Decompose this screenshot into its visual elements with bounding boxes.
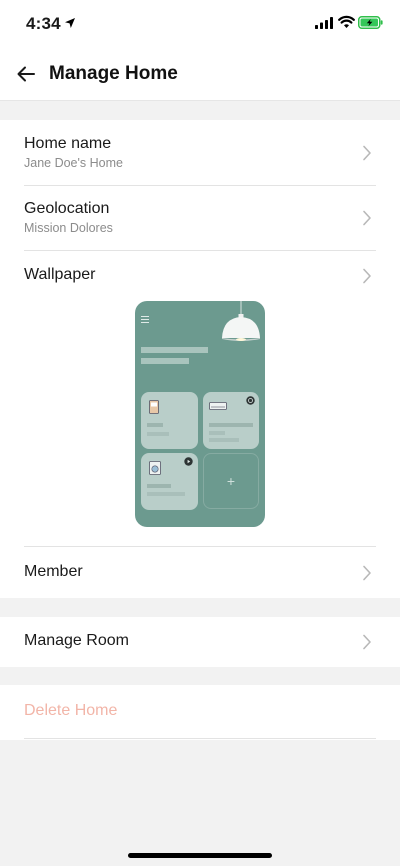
tile-text-placeholder <box>147 432 169 436</box>
status-time: 4:34 <box>26 14 61 33</box>
delete-section: Delete Home <box>0 685 400 740</box>
wallpaper-row[interactable]: Wallpaper <box>0 251 400 295</box>
home-indicator <box>128 853 272 858</box>
battery-charging-icon <box>358 16 383 29</box>
chevron-right-icon <box>363 268 371 284</box>
tile-text-placeholder <box>147 423 163 427</box>
tile-text-placeholder <box>209 438 239 442</box>
manage-room-label: Manage Room <box>24 632 129 649</box>
manage-room-section: Manage Room <box>0 617 400 667</box>
device-tile <box>203 392 259 449</box>
location-arrow-icon <box>65 18 75 28</box>
tile-text-placeholder <box>209 423 253 427</box>
geolocation-label: Geolocation <box>24 200 110 217</box>
home-name-value: Jane Doe's Home <box>24 156 123 170</box>
member-label: Member <box>24 563 83 580</box>
member-row[interactable]: Member <box>0 547 400 598</box>
page-title: Manage Home <box>49 63 178 84</box>
menu-icon <box>141 316 149 323</box>
wifi-icon <box>338 15 355 28</box>
chevron-right-icon <box>363 565 371 581</box>
device-tile <box>141 453 198 510</box>
status-bar: 4:34 <box>0 0 400 48</box>
row-divider <box>24 738 376 739</box>
home-name-row[interactable]: Home name Jane Doe's Home <box>0 120 400 185</box>
pendant-lamp-icon <box>222 301 260 341</box>
geolocation-row[interactable]: Geolocation Mission Dolores <box>0 186 400 250</box>
chevron-right-icon <box>363 634 371 650</box>
wallpaper-preview[interactable]: + <box>135 301 265 527</box>
cellular-signal-icon <box>315 17 333 29</box>
header-bar: Manage Home <box>0 48 400 101</box>
wallpaper-placeholder-bar <box>141 358 189 364</box>
tile-text-placeholder <box>147 492 185 496</box>
appliance-icon <box>149 400 159 414</box>
washing-machine-icon <box>149 461 161 475</box>
play-icon <box>184 457 193 466</box>
wallpaper-label: Wallpaper <box>24 266 96 283</box>
tile-text-placeholder <box>147 484 171 488</box>
back-arrow-icon[interactable] <box>14 62 38 86</box>
device-tile <box>141 392 198 449</box>
add-device-tile: + <box>203 453 259 509</box>
air-conditioner-icon <box>209 402 227 410</box>
home-name-label: Home name <box>24 135 112 152</box>
tile-text-placeholder <box>209 431 225 435</box>
chevron-right-icon <box>363 210 371 226</box>
geolocation-value: Mission Dolores <box>24 221 113 235</box>
wallpaper-placeholder-bar <box>141 347 208 353</box>
power-icon <box>246 396 255 405</box>
manage-room-row[interactable]: Manage Room <box>0 617 400 667</box>
delete-home-row[interactable]: Delete Home <box>0 685 400 738</box>
delete-home-button[interactable]: Delete Home <box>24 702 117 720</box>
chevron-right-icon <box>363 145 371 161</box>
